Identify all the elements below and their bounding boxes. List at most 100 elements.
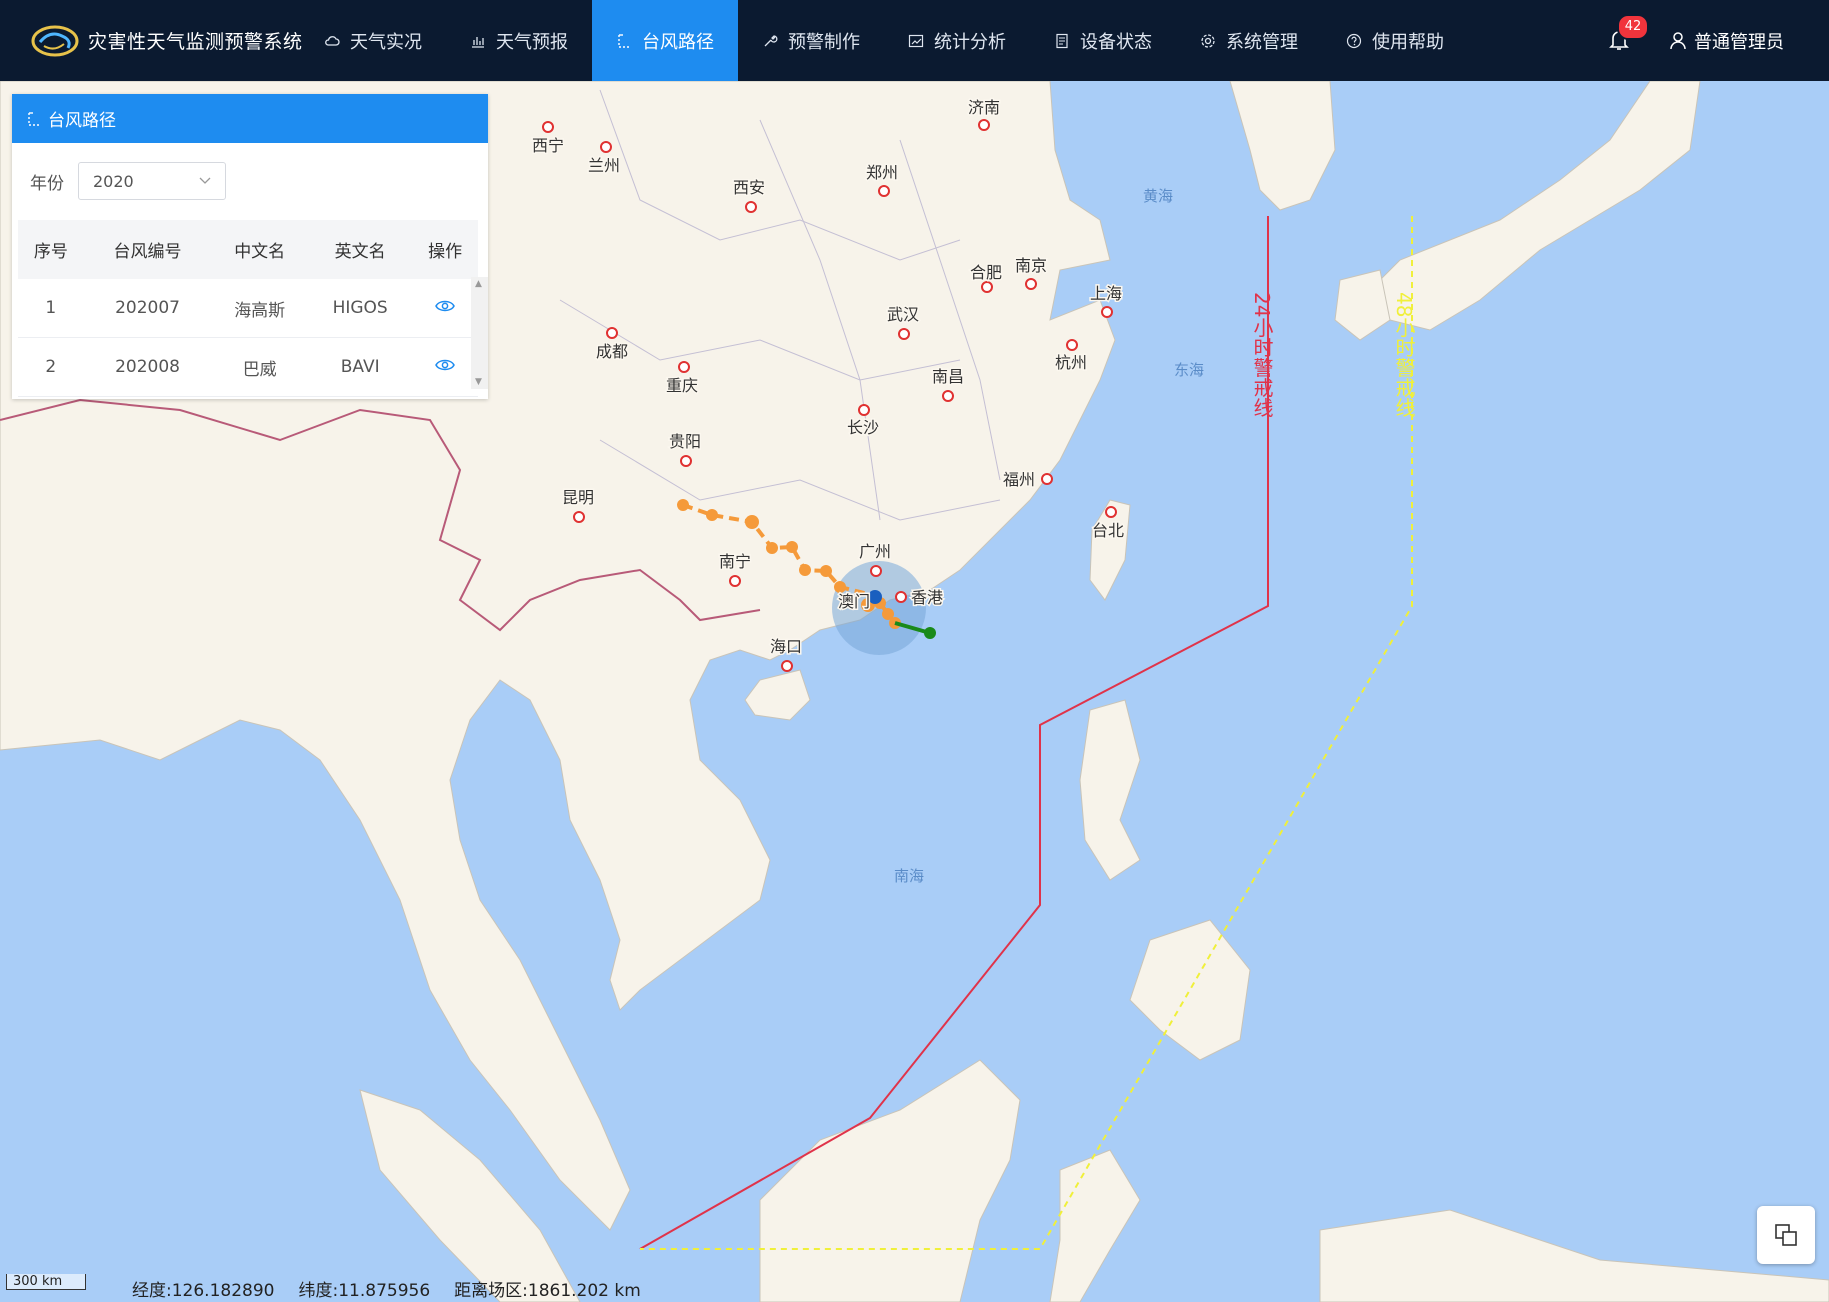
year-filter: 年份 2020 xyxy=(30,162,226,200)
gear-icon xyxy=(1201,33,1215,48)
svg-text:长沙: 长沙 xyxy=(847,418,879,437)
document-icon xyxy=(1056,33,1068,48)
nav-label: 使用帮助 xyxy=(1372,31,1444,53)
warning-label-48h: 48小时警戒线 xyxy=(1392,292,1416,417)
cell-index: 2 xyxy=(18,337,84,397)
sea-label-nanhai: 南海 xyxy=(894,867,924,885)
cell-index: 1 xyxy=(18,279,84,338)
app-logo-icon xyxy=(31,25,79,57)
notification-badge: 42 xyxy=(1617,14,1649,40)
cell-cn-name: 海高斯 xyxy=(211,279,309,338)
cell-cn-name: 巴威 xyxy=(211,337,309,397)
panel-title: 台风路径 xyxy=(48,111,116,131)
wrench-icon xyxy=(764,34,778,46)
route-icon xyxy=(618,33,630,48)
svg-text:上海: 上海 xyxy=(1090,284,1122,303)
svg-text:西宁: 西宁 xyxy=(532,136,564,155)
svg-text:合肥: 合肥 xyxy=(970,263,1002,282)
nav-device-status[interactable]: 设备状态 xyxy=(1030,0,1176,81)
col-cn-name: 中文名 xyxy=(211,220,309,279)
svg-text:郑州: 郑州 xyxy=(866,163,898,182)
typhoon-list-panel: 台风路径 年份 2020 序号 台风编号 中文名 英文名 操作 1 202007… xyxy=(12,94,488,399)
year-select-value: 2020 xyxy=(93,171,134,191)
user-menu[interactable]: 普通管理员 xyxy=(1670,28,1784,54)
longitude-readout: 经度:126.182890 xyxy=(132,1281,275,1301)
cloud-icon xyxy=(325,35,340,46)
nav-statistics[interactable]: 统计分析 xyxy=(884,0,1030,81)
typhoon-table: 序号 台风编号 中文名 英文名 操作 1 202007 海高斯 HIGOS 2 … xyxy=(18,220,478,397)
nav-label: 预警制作 xyxy=(788,31,860,53)
nav-label: 天气实况 xyxy=(350,31,422,53)
scroll-down-arrow-icon[interactable]: ▼ xyxy=(475,377,482,387)
nav-label: 天气预报 xyxy=(496,31,568,53)
cell-code: 202008 xyxy=(83,337,212,397)
nav-label: 设备状态 xyxy=(1080,31,1152,53)
svg-text:台北: 台北 xyxy=(1092,521,1124,540)
svg-text:香港: 香港 xyxy=(911,588,943,607)
svg-text:杭州: 杭州 xyxy=(1055,353,1087,372)
user-icon xyxy=(1670,32,1686,50)
user-name: 普通管理员 xyxy=(1694,32,1784,53)
warning-label-24h: 24小时警戒线 xyxy=(1250,292,1274,417)
svg-text:广州: 广州 xyxy=(859,542,891,561)
svg-text:海口: 海口 xyxy=(770,637,802,656)
typhoon-center xyxy=(868,590,882,604)
layers-icon xyxy=(1775,1224,1797,1246)
svg-text:重庆: 重庆 xyxy=(666,376,698,395)
table-header-row: 序号 台风编号 中文名 英文名 操作 xyxy=(18,220,478,279)
cell-action xyxy=(412,337,478,397)
panel-header: 台风路径 xyxy=(12,94,488,143)
col-index: 序号 xyxy=(18,220,84,279)
svg-text:南宁: 南宁 xyxy=(719,552,751,571)
svg-text:南京: 南京 xyxy=(1015,256,1047,275)
scroll-up-arrow-icon[interactable]: ▲ xyxy=(475,279,482,289)
svg-text:澳门: 澳门 xyxy=(838,592,870,611)
nav-system-admin[interactable]: 系统管理 xyxy=(1176,0,1322,81)
line-chart-icon xyxy=(908,34,924,47)
svg-text:昆明: 昆明 xyxy=(562,488,594,507)
nav-label: 统计分析 xyxy=(934,31,1006,53)
eye-icon[interactable] xyxy=(435,299,455,313)
nav-weather-live[interactable]: 天气实况 xyxy=(300,0,446,81)
layer-switch-button[interactable] xyxy=(1757,1206,1815,1264)
year-label: 年份 xyxy=(30,173,64,194)
svg-text:西安: 西安 xyxy=(733,178,765,197)
chevron-down-icon xyxy=(199,177,211,184)
eye-icon[interactable] xyxy=(435,358,455,372)
col-code: 台风编号 xyxy=(83,220,212,279)
svg-text:兰州: 兰州 xyxy=(588,156,620,175)
cell-action xyxy=(412,279,478,338)
cell-code: 202007 xyxy=(83,279,212,338)
svg-text:成都: 成都 xyxy=(596,342,628,361)
col-action: 操作 xyxy=(412,220,478,279)
latitude-readout: 纬度:11.875956 xyxy=(298,1281,431,1301)
help-circle-icon xyxy=(1346,33,1362,48)
main-nav: 天气实况 天气预报 台风路径 预警制作 统计分析 设备状态 系统管理 使用帮助 xyxy=(300,0,1468,81)
app-title: 灾害性天气监测预警系统 xyxy=(88,31,303,53)
route-icon xyxy=(28,111,40,126)
nav-warning-make[interactable]: 预警制作 xyxy=(738,0,884,81)
forecast-point xyxy=(924,627,936,639)
year-select[interactable]: 2020 xyxy=(78,162,226,200)
cell-en-name: HIGOS xyxy=(308,279,413,338)
sea-label-donghai: 东海 xyxy=(1174,361,1204,379)
nav-label: 系统管理 xyxy=(1226,31,1298,53)
nav-label: 台风路径 xyxy=(642,31,714,53)
svg-text:贵阳: 贵阳 xyxy=(669,432,701,451)
bar-chart-icon xyxy=(472,36,484,48)
svg-text:武汉: 武汉 xyxy=(887,305,919,324)
nav-typhoon-track[interactable]: 台风路径 xyxy=(592,0,738,81)
svg-text:福州: 福州 xyxy=(1003,470,1035,489)
map-scale-bar: 300 km xyxy=(6,1274,86,1290)
col-en-name: 英文名 xyxy=(308,220,413,279)
nav-weather-forecast[interactable]: 天气预报 xyxy=(446,0,592,81)
table-row[interactable]: 2 202008 巴威 BAVI xyxy=(18,337,478,397)
coordinate-readout: 经度:126.182890 纬度:11.875956 距离场区:1861.202… xyxy=(132,1276,641,1301)
nav-help[interactable]: 使用帮助 xyxy=(1322,0,1468,81)
table-row[interactable]: 1 202007 海高斯 HIGOS xyxy=(18,279,478,338)
city-macau: 澳门 xyxy=(837,591,872,613)
svg-text:南昌: 南昌 xyxy=(932,367,964,386)
svg-text:济南: 济南 xyxy=(968,98,1000,117)
table-scrollbar[interactable]: ▲ ▼ xyxy=(471,277,488,389)
sea-label-huanghai: 黄海 xyxy=(1143,187,1173,205)
